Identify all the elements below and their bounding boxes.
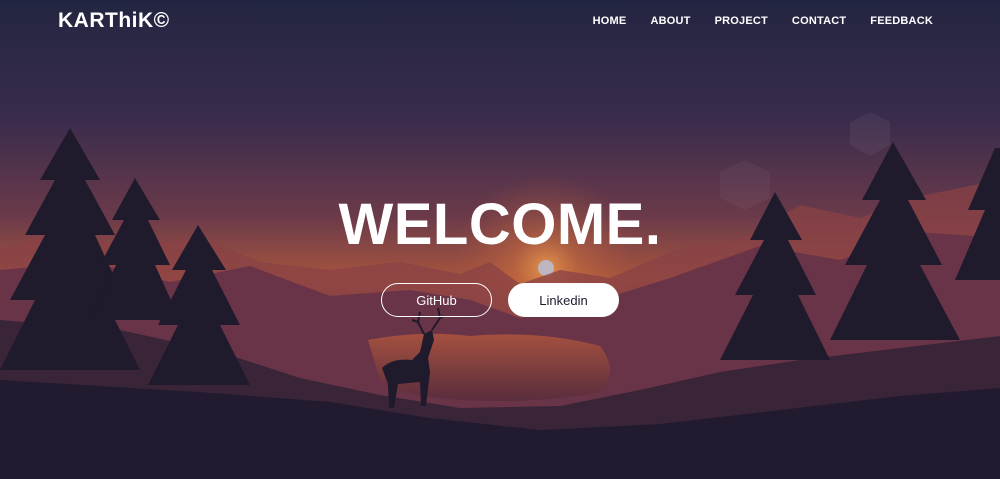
nav-about-link[interactable]: ABOUT: [650, 15, 690, 27]
nav-contact-link[interactable]: CONTACT: [792, 15, 846, 27]
main-menu: HOME ABOUT PROJECT CONTACT FEEDBACK: [593, 15, 933, 27]
hero-title: WELCOME.: [338, 192, 662, 257]
hero-buttons: GitHub Linkedin: [381, 283, 619, 317]
top-nav-bar: KARThiK© HOME ABOUT PROJECT CONTACT FEED…: [0, 0, 1000, 44]
nav-project-link[interactable]: PROJECT: [715, 15, 768, 27]
linkedin-button[interactable]: Linkedin: [508, 283, 619, 317]
nav-home-link[interactable]: HOME: [593, 15, 627, 27]
github-button[interactable]: GitHub: [381, 283, 492, 317]
brand-logo[interactable]: KARThiK©: [58, 9, 170, 33]
nav-feedback-link[interactable]: FEEDBACK: [870, 15, 933, 27]
page: KARThiK© HOME ABOUT PROJECT CONTACT FEED…: [0, 0, 1000, 479]
